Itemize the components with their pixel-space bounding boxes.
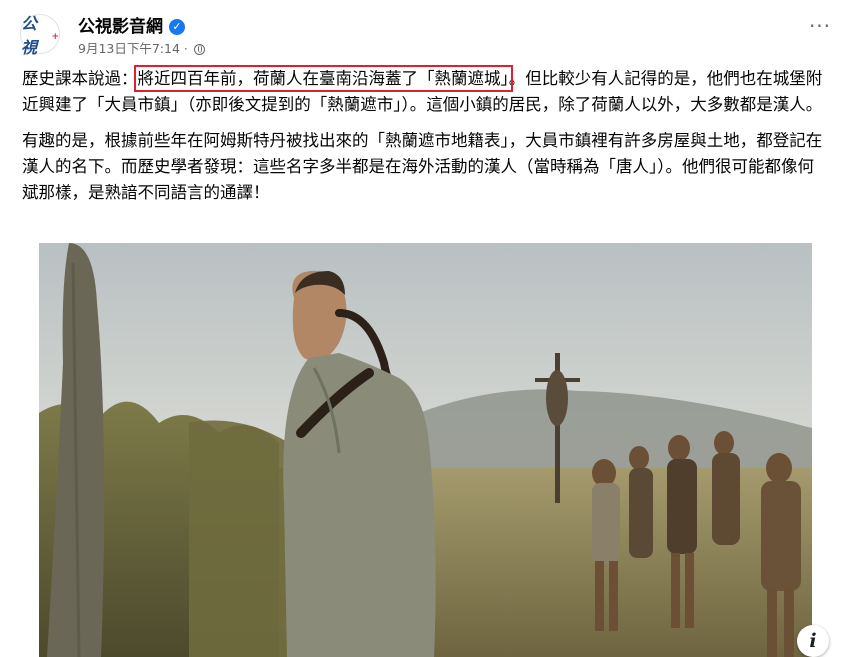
post-paragraph-2: 有趣的是，根據前些年在阿姆斯特丹被找出來的「熱蘭遮市地籍表」，大員市鎮裡有許多房… [22, 131, 823, 202]
avatar[interactable]: 公視 + [20, 14, 60, 57]
avatar-plus: + [51, 32, 59, 42]
globe-icon [193, 44, 205, 55]
post-paragraph-1: 歷史課本說過：將近四百年前，荷蘭人在臺南沿海蓋了「熱蘭遮城」。但比較少有人記得的… [22, 65, 829, 118]
photo-info-button[interactable]: i [797, 625, 829, 657]
post-text: 歷史課本說過：將近四百年前，荷蘭人在臺南沿海蓋了「熱蘭遮城」。但比較少有人記得的… [22, 65, 829, 216]
more-options-button[interactable]: ··· [805, 16, 835, 40]
avatar-logo-text: 公視 [21, 14, 37, 57]
verified-badge-icon: ✓ [169, 19, 185, 35]
post-header: 公視 + 公視影音網 ✓ 9月13日下午7:14 · ··· [16, 10, 835, 58]
meta-separator: · [183, 41, 188, 56]
page-name[interactable]: 公視影音網 [78, 17, 163, 37]
post-meta: 9月13日下午7:14 · [78, 38, 205, 57]
post-card: 公視 + 公視影音網 ✓ 9月13日下午7:14 · ··· 歷史課本說過：將近四百… [0, 0, 851, 657]
paragraph-1-lead: 歷史課本說過： [22, 69, 138, 88]
highlighted-phrase: 將近四百年前，荷蘭人在臺南沿海蓋了「熱蘭遮城」 [133, 65, 513, 92]
photo-illustration [39, 243, 812, 657]
page-name-link[interactable]: 公視影音網 ✓ [78, 12, 185, 37]
post-timestamp[interactable]: 9月13日下午7:14 [78, 41, 180, 56]
post-photo[interactable] [39, 243, 812, 657]
